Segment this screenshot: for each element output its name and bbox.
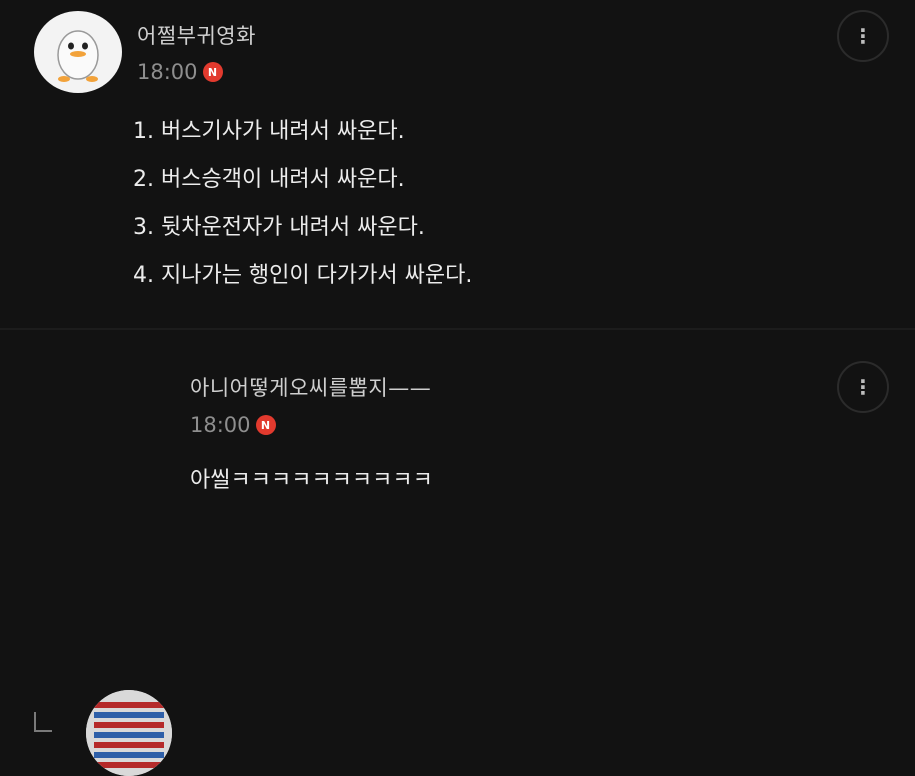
comment-line: 1. 버스기사가 내려서 싸운다. [133,119,405,144]
reply-timestamp: 18:00 N [190,413,276,437]
reply-item: 아니어떻게오씨를뽑지—— 18:00 N 아씰ㅋㅋㅋㅋㅋㅋㅋㅋㅋㅋ ⋮ [0,330,915,776]
avatar[interactable] [34,11,122,93]
duck-character-avatar-icon [57,30,99,82]
new-badge: N [202,62,223,82]
comment-nickname[interactable]: 어쩔부귀영화 [137,20,256,50]
reply-nickname[interactable]: 아니어떻게오씨를뽑지—— [190,372,431,402]
avatar-image-icon [86,690,172,776]
comment-line: 2. 버스승객이 내려서 싸운다. [133,167,405,192]
timestamp-text: 18:00 [137,60,198,84]
comment-line: 4. 지나가는 행인이 다가가서 싸운다. [133,263,473,288]
avatar[interactable] [86,690,172,776]
comment-item: 어쩔부귀영화 18:00 N 1. 버스기사가 내려서 싸운다. 2. 버스승객… [0,0,915,328]
comment-body: 1. 버스기사가 내려서 싸운다. 2. 버스승객이 내려서 싸운다. 3. 뒷… [133,108,472,300]
comment-line: 3. 뒷차운전자가 내려서 싸운다. [133,215,425,240]
more-options-button[interactable]: ⋮ [837,361,889,413]
comment-timestamp: 18:00 N [137,60,223,84]
reply-text: 아씰ㅋㅋㅋㅋㅋㅋㅋㅋㅋㅋ [190,468,433,493]
timestamp-text: 18:00 [190,413,251,437]
more-options-button[interactable]: ⋮ [837,10,889,62]
reply-indent-icon [34,712,52,732]
more-vertical-icon: ⋮ [853,375,873,399]
new-badge: N [255,415,276,435]
more-vertical-icon: ⋮ [853,24,873,48]
